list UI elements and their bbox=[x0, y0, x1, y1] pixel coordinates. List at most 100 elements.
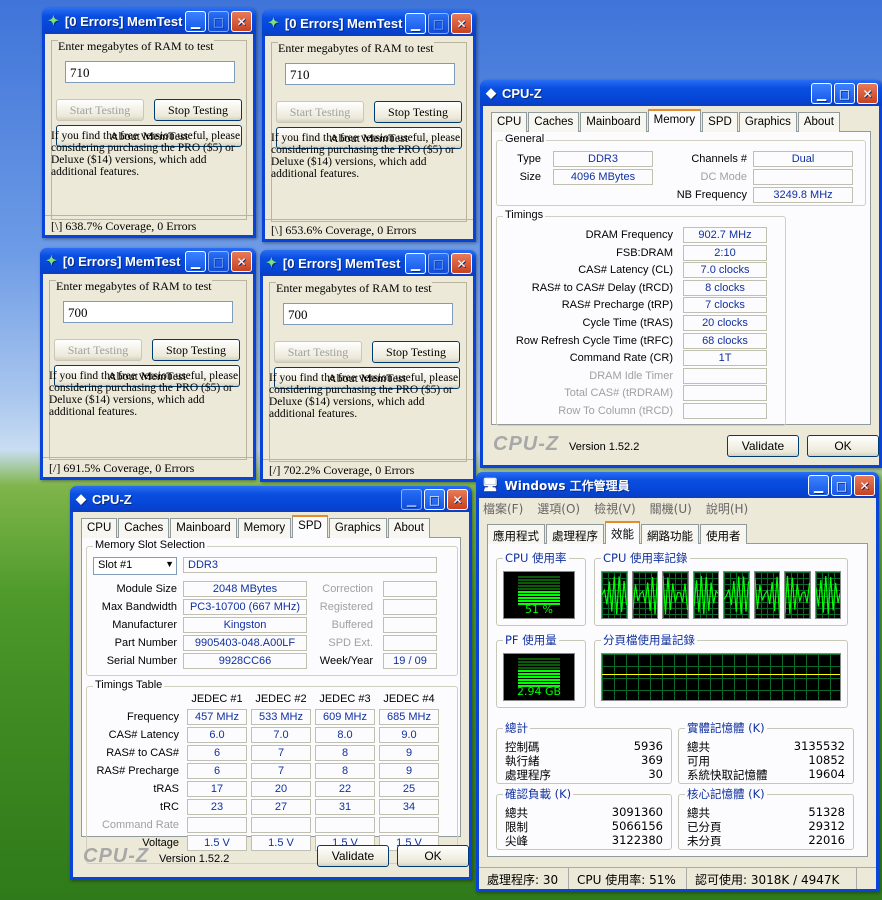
menu-item[interactable]: 檔案(F) bbox=[483, 500, 523, 517]
spd-field-label: Buffered bbox=[331, 619, 373, 631]
timing-value bbox=[683, 385, 767, 402]
slot-select-value: Slot #1 bbox=[98, 559, 133, 571]
minimize-button[interactable]: ▁ bbox=[401, 489, 422, 510]
tab-caches[interactable]: Caches bbox=[528, 112, 580, 132]
close-button[interactable]: ✕ bbox=[447, 489, 468, 510]
memory-panel: General Type DDR3 Size 4096 MBytes Chann… bbox=[491, 132, 871, 426]
ram-megabytes-input[interactable]: 710 bbox=[65, 61, 235, 83]
stat-row: 已分頁 29312 bbox=[687, 819, 845, 834]
maximize-button[interactable]: □ bbox=[834, 83, 855, 104]
title-bar[interactable]: ✦ [0 Errors] MemTest ▁ □ ✕ bbox=[40, 248, 256, 274]
stop-testing-button[interactable]: Stop Testing bbox=[372, 341, 460, 363]
cpu-core-graph bbox=[723, 571, 750, 619]
minimize-button[interactable]: ▁ bbox=[808, 475, 829, 496]
maximize-button[interactable]: □ bbox=[831, 475, 852, 496]
chevron-down-icon[interactable]: ▼ bbox=[165, 559, 174, 569]
stop-testing-button[interactable]: Stop Testing bbox=[374, 101, 462, 123]
memtest-icon: ✦ bbox=[268, 15, 279, 30]
tab-spd[interactable]: SPD bbox=[292, 515, 328, 538]
tab-cpu[interactable]: CPU bbox=[81, 518, 118, 538]
cpu-history-line bbox=[785, 575, 810, 614]
maximize-button[interactable]: □ bbox=[208, 251, 229, 272]
title-bar[interactable]: 🖥 Windows 工作管理員 ▁ □ ✕ bbox=[476, 472, 879, 498]
menu-item[interactable]: 檢視(V) bbox=[594, 500, 636, 517]
tab-2[interactable]: 效能 bbox=[605, 521, 640, 544]
tab-4[interactable]: 使用者 bbox=[700, 524, 747, 544]
tab-0[interactable]: 應用程式 bbox=[487, 524, 545, 544]
window-title: CPU-Z bbox=[92, 491, 132, 507]
tab-memory[interactable]: Memory bbox=[237, 518, 292, 538]
close-button[interactable]: ✕ bbox=[231, 11, 252, 32]
cpu-history-line bbox=[815, 575, 840, 615]
tab-mainboard[interactable]: Mainboard bbox=[170, 518, 237, 538]
cpu-history-line bbox=[663, 575, 688, 615]
stat-value: 19604 bbox=[808, 767, 845, 781]
ok-button[interactable]: OK bbox=[807, 435, 879, 457]
tab-bar: CPU Caches Mainboard Memory SPD Graphics About bbox=[491, 109, 871, 132]
menu-item[interactable]: 選項(O) bbox=[537, 500, 580, 517]
minimize-button[interactable]: ▁ bbox=[405, 13, 426, 34]
menu-item[interactable]: 關機(U) bbox=[650, 500, 692, 517]
cpu-core-graph bbox=[631, 571, 658, 619]
validate-button[interactable]: Validate bbox=[727, 435, 799, 457]
title-bar[interactable]: ✦ [0 Errors] MemTest ▁ □ ✕ bbox=[260, 250, 476, 276]
stop-testing-button[interactable]: Stop Testing bbox=[152, 339, 240, 361]
tab-about[interactable]: About bbox=[797, 112, 840, 132]
maximize-button[interactable]: □ bbox=[424, 489, 445, 510]
tab-mainboard[interactable]: Mainboard bbox=[580, 112, 647, 132]
start-testing-button[interactable]: Start Testing bbox=[56, 99, 144, 121]
ram-megabytes-input[interactable]: 710 bbox=[285, 63, 455, 85]
start-testing-button[interactable]: Start Testing bbox=[274, 341, 362, 363]
start-testing-button[interactable]: Start Testing bbox=[54, 339, 142, 361]
close-button[interactable]: ✕ bbox=[231, 251, 252, 272]
tab-graphics[interactable]: Graphics bbox=[738, 112, 797, 132]
menu-item[interactable]: 說明(H) bbox=[706, 500, 748, 517]
tab-3[interactable]: 網路功能 bbox=[641, 524, 699, 544]
minimize-button[interactable]: ▁ bbox=[811, 83, 832, 104]
title-bar[interactable]: ◆ CPU-Z ▁ □ ✕ bbox=[70, 486, 472, 512]
timing-value: 8 clocks bbox=[683, 279, 767, 296]
coverage-status: [/] 691.5% Coverage, 0 Errors bbox=[43, 457, 253, 477]
minimize-button[interactable]: ▁ bbox=[185, 251, 206, 272]
close-button[interactable]: ✕ bbox=[854, 475, 875, 496]
timing-cell: 6 bbox=[187, 745, 247, 761]
maximize-button[interactable]: □ bbox=[428, 253, 449, 274]
maximize-button[interactable]: □ bbox=[428, 13, 449, 34]
tab-1[interactable]: 處理程序 bbox=[546, 524, 604, 544]
close-button[interactable]: ✕ bbox=[451, 13, 472, 34]
minimize-button[interactable]: ▁ bbox=[405, 253, 426, 274]
tab-memory[interactable]: Memory bbox=[647, 109, 702, 132]
cpuz-logo-icon: ◆ bbox=[486, 85, 496, 100]
title-bar[interactable]: ◆ CPU-Z ▁ □ ✕ bbox=[480, 80, 882, 106]
timing-label: Row Refresh Cycle Time (tRFC) bbox=[515, 334, 673, 347]
spd-field-label: Max Bandwidth bbox=[101, 601, 177, 613]
status-bar: 處理程序: 30 CPU 使用率: 51% 認可使用: 3018K / 4947K bbox=[479, 867, 876, 889]
tab-spd[interactable]: SPD bbox=[702, 112, 738, 132]
tab-caches[interactable]: Caches bbox=[118, 518, 170, 538]
ok-button[interactable]: OK bbox=[397, 845, 469, 867]
cpuz-logo: CPU-Z bbox=[83, 845, 150, 867]
minimize-button[interactable]: ▁ bbox=[185, 11, 206, 32]
tab-cpu[interactable]: CPU bbox=[491, 112, 528, 132]
stop-testing-button[interactable]: Stop Testing bbox=[154, 99, 242, 121]
close-button[interactable]: ✕ bbox=[857, 83, 878, 104]
timing-value: 7 clocks bbox=[683, 297, 767, 314]
close-button[interactable]: ✕ bbox=[451, 253, 472, 274]
slot-select[interactable]: Slot #1 ▼ bbox=[93, 557, 177, 575]
type-value: DDR3 bbox=[553, 151, 653, 167]
ram-megabytes-input[interactable]: 700 bbox=[63, 301, 233, 323]
tab-about[interactable]: About bbox=[387, 518, 430, 538]
cpu-history-line bbox=[693, 576, 718, 615]
tab-graphics[interactable]: Graphics bbox=[328, 518, 387, 538]
ram-megabytes-input[interactable]: 700 bbox=[283, 303, 453, 325]
title-bar[interactable]: ✦ [0 Errors] MemTest ▁ □ ✕ bbox=[42, 8, 256, 34]
physical-memory-label: 實體記憶體 (K) bbox=[685, 720, 767, 736]
validate-button[interactable]: Validate bbox=[317, 845, 389, 867]
dc-mode-label: DC Mode bbox=[700, 171, 747, 183]
cpu-history-line bbox=[602, 576, 627, 615]
title-bar[interactable]: ✦ [0 Errors] MemTest ▁ □ ✕ bbox=[262, 10, 476, 36]
start-testing-button[interactable]: Start Testing bbox=[276, 101, 364, 123]
timing-label: FSB:DRAM bbox=[616, 246, 673, 259]
timing-label: RAS# Precharge (tRP) bbox=[561, 299, 673, 312]
maximize-button[interactable]: □ bbox=[208, 11, 229, 32]
